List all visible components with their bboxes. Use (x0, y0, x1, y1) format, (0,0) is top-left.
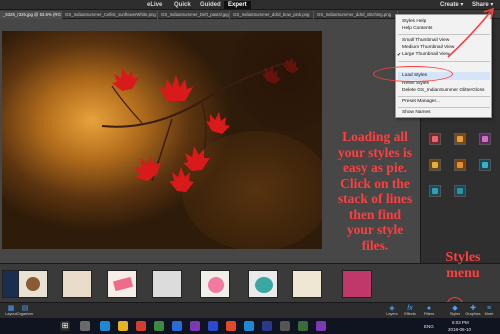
mode-expert[interactable]: Expert (224, 1, 251, 9)
app-icon[interactable] (190, 321, 200, 331)
photo-bin (0, 263, 500, 302)
clock-date[interactable]: 2018-05-10 (448, 327, 471, 332)
app-icon[interactable] (226, 321, 236, 331)
mode-quick[interactable]: Quick (170, 1, 195, 9)
style-swatch[interactable] (454, 133, 466, 145)
app-icon[interactable] (244, 321, 254, 331)
photo-canvas[interactable] (2, 31, 322, 249)
style-swatch[interactable] (479, 159, 491, 171)
organizer-button[interactable]: ▤ Organizer (14, 305, 36, 318)
bin-thumbnail[interactable] (62, 270, 92, 298)
panel-toolbar: ▦ Layout ▤ Organizer ◈ Layers fx Effects… (0, 302, 500, 318)
mode-bar: eLive Quick Guided Expert Create ▾ Share… (0, 0, 500, 10)
more-icon: ≡ (486, 305, 492, 312)
filters-button[interactable]: ● Filters (418, 305, 440, 318)
mode-elive[interactable]: eLive (143, 1, 166, 9)
tab-document-2[interactable]: GS_IndianSummer_Cellist_sunflowerWhite.p… (62, 11, 158, 19)
app-icon[interactable] (136, 321, 146, 331)
tab-document-5[interactable]: GS_IndianSummer_ddrd_stitching.png (314, 11, 398, 19)
app-window: eLive Quick Guided Expert Create ▾ Share… (0, 0, 500, 334)
menu-separator (398, 96, 490, 97)
style-swatch[interactable] (454, 159, 466, 171)
menu-separator (398, 107, 490, 108)
bin-thumbnail[interactable] (292, 270, 322, 298)
canvas-area[interactable]: Loading all your styles is easy as pie. … (0, 19, 420, 263)
app-icon[interactable] (298, 321, 308, 331)
style-swatch[interactable] (429, 133, 441, 145)
windows-start-icon[interactable]: ⊞ (60, 321, 70, 331)
styles-menu-annotation: Styles menu (445, 250, 481, 281)
folder-icon[interactable] (118, 321, 128, 331)
tutorial-annotation-text: Loading all your styles is easy as pie. … (337, 129, 413, 253)
graphics-icon: ✚ (470, 305, 476, 312)
tab-document-1[interactable]: _5325_r326.jpg @ 53.6% (RGB/8) * (0, 11, 62, 19)
bin-thumbnail[interactable] (18, 270, 48, 298)
styles-icon: ◆ (452, 305, 458, 312)
maple-leaf-image (101, 57, 299, 192)
windows-taskbar: ⊞ ENG 6:03 PM 2018-05-10 (0, 318, 500, 334)
menu-item-help-contents[interactable]: Help Contents (402, 26, 432, 32)
bin-thumbnail[interactable] (107, 270, 137, 298)
app-icon[interactable] (172, 321, 182, 331)
edge-icon[interactable] (100, 321, 110, 331)
bin-thumbnail[interactable] (200, 270, 230, 298)
app-icon[interactable] (208, 321, 218, 331)
language-indicator[interactable]: ENG (424, 324, 434, 329)
bin-thumbnail[interactable] (248, 270, 278, 298)
menu-item-preset-manager[interactable]: Preset Manager... (402, 99, 440, 105)
bin-thumbnail[interactable] (152, 270, 182, 298)
app-icon[interactable] (280, 321, 290, 331)
style-swatch[interactable] (429, 159, 441, 171)
load-styles-highlight-circle (373, 66, 453, 82)
tab-document-3[interactable]: GS_IndianSummer_Deft_past4l.jpg (158, 11, 230, 19)
style-swatch[interactable] (454, 185, 466, 197)
style-swatch[interactable] (479, 133, 491, 145)
effects-icon: fx (407, 305, 413, 312)
tab-document-4[interactable]: GS_IndianSummer_ddrd_bow_pink.png (230, 11, 314, 19)
layers-icon: ◈ (389, 305, 395, 312)
clock-time[interactable]: 6:03 PM (452, 320, 469, 325)
chrome-icon[interactable] (154, 321, 164, 331)
arrow-annotation (447, 7, 495, 58)
menu-item-styles-help[interactable]: Styles Help (402, 19, 426, 25)
checkmark-icon: ✔ (397, 52, 402, 58)
menu-item-show-names[interactable]: Show Names (402, 110, 431, 116)
bin-thumbnail[interactable] (342, 270, 372, 298)
organizer-icon: ▤ (21, 305, 29, 312)
menu-item-delete-style[interactable]: Delete GS_IndianSummer GlitterGloss (402, 88, 484, 94)
more-button[interactable]: ≡ More (478, 305, 500, 318)
mode-guided[interactable]: Guided (196, 1, 225, 9)
photoshop-elements-icon[interactable] (262, 321, 272, 331)
app-icon[interactable] (316, 321, 326, 331)
filters-icon: ● (426, 305, 432, 312)
style-swatch[interactable] (429, 185, 441, 197)
search-icon[interactable] (80, 321, 90, 331)
